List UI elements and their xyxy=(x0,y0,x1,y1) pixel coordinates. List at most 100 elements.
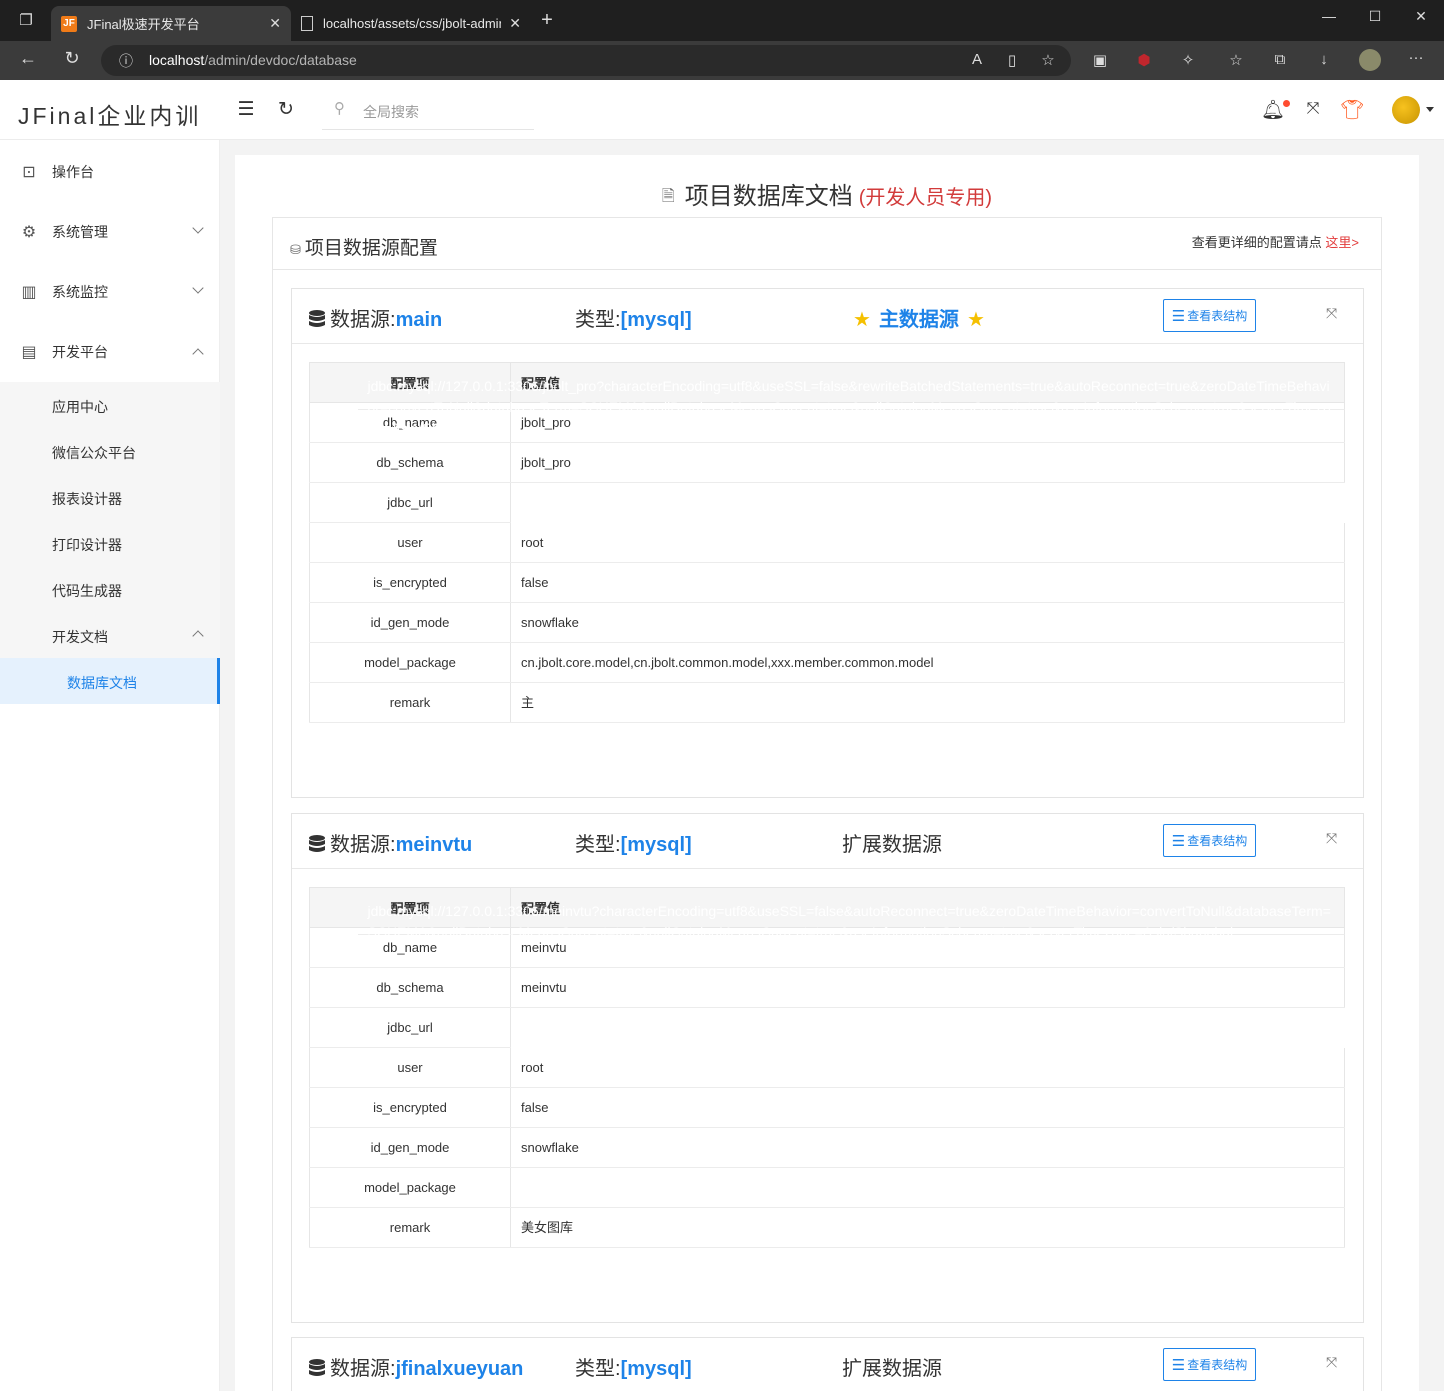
sidebar-subitem-devdoc[interactable]: 开发文档 xyxy=(0,612,220,658)
sidebar-subitem[interactable]: 报表设计器 xyxy=(0,474,220,520)
sidebar-item-dashboard[interactable]: ⊡ 操作台 xyxy=(0,142,220,202)
browser-toolbar: ← ↻ ⓘ localhost/admin/devdoc/database A … xyxy=(0,41,1444,80)
database-icon xyxy=(309,1359,325,1376)
theme-icon[interactable]: 👕︎ xyxy=(1340,98,1364,122)
favorite-add-icon[interactable]: ☆ xyxy=(1036,51,1060,69)
config-value: false xyxy=(510,562,1345,603)
workspaces-icon[interactable]: ❐ xyxy=(14,11,38,29)
maximize-icon[interactable]: ☐ xyxy=(1360,8,1390,25)
extensions-icon[interactable]: ✧ xyxy=(1176,51,1200,69)
monitor-icon: ▥ xyxy=(21,284,37,301)
download-icon[interactable]: ↓ xyxy=(1312,51,1336,68)
datasource-card: 数据源:jfinalxueyuan 类型:[mysql] 扩展数据源 ☰ 查看表结… xyxy=(291,1337,1364,1391)
table-row: jdbc_url jdbc:mysql://127.0.0.1:3306/mein… xyxy=(309,894,1345,1048)
minimize-icon[interactable]: — xyxy=(1314,8,1344,24)
table-row: is_encrypted false xyxy=(309,1087,1345,1128)
chevron-down-icon[interactable] xyxy=(1426,107,1434,112)
list-icon: ☰ xyxy=(1171,307,1186,325)
config-key: db_schema xyxy=(309,442,511,483)
datasource-name: 数据源:main xyxy=(308,303,442,332)
datasource-header: 数据源:meinvtu 类型:[mysql] 扩展数据源 ☰ 查看表结构 ⤧ xyxy=(292,814,1363,869)
browser-tab-active[interactable]: JF JFinal极速开发平台 ✕ xyxy=(51,6,291,41)
table-row: user root xyxy=(309,1047,1345,1088)
sidebar-subitem[interactable]: 微信公众平台 xyxy=(0,428,220,474)
menu-toggle-icon[interactable]: ☰ xyxy=(234,98,258,121)
reload-icon[interactable]: ↻ xyxy=(274,98,298,121)
sidebar-item-monitor[interactable]: ▥ 系统监控 xyxy=(0,262,220,322)
expand-icon[interactable]: ⤧ xyxy=(1326,1354,1337,1371)
sidebar-subitem[interactable]: 应用中心 xyxy=(0,382,220,428)
new-tab-icon[interactable]: + xyxy=(535,9,559,32)
sidebar-submenu: 应用中心 微信公众平台 报表设计器 打印设计器 代码生成器 开发文档 数据库文档 xyxy=(0,382,220,704)
expand-icon[interactable]: ⤧ xyxy=(1326,830,1337,847)
view-table-structure-button[interactable]: ☰ 查看表结构 xyxy=(1163,1348,1256,1381)
back-icon[interactable]: ← xyxy=(16,48,40,69)
config-value: cn.jbolt.core.model,cn.jbolt.common.mode… xyxy=(510,642,1345,683)
app-logo: JFinal企业内训 xyxy=(18,103,202,129)
close-tab-icon[interactable]: ✕ xyxy=(269,15,281,32)
address-bar[interactable]: ⓘ localhost/admin/devdoc/database A ▯ ☆ xyxy=(101,45,1071,76)
datasource-header: 数据源:main 类型:[mysql] ★ 主数据源 ★ ☰ 查看表结构 ⤧ xyxy=(292,289,1363,344)
table-row: is_encrypted false xyxy=(309,562,1345,603)
table-row: remark 主 xyxy=(309,682,1345,723)
favorites-icon[interactable]: ☆ xyxy=(1224,51,1248,69)
sidebar-item-devplatform[interactable]: ▤ 开发平台 xyxy=(0,322,220,382)
datasource-type: 类型:[mysql] xyxy=(575,1358,692,1380)
close-window-icon[interactable]: ✕ xyxy=(1406,8,1436,25)
split-screen-icon[interactable]: ▯ xyxy=(1000,51,1024,69)
expand-icon[interactable]: ⤧ xyxy=(1326,305,1337,322)
close-tab-icon[interactable]: ✕ xyxy=(509,15,521,32)
collections-icon[interactable]: ⧉ xyxy=(1268,51,1292,68)
config-value: jdbc:mysql://127.0.0.1:3306/jbolt_pro?ch… xyxy=(357,369,1345,436)
sidebar-subitem-database-doc[interactable]: 数据库文档 xyxy=(0,658,220,704)
list-icon: ☰ xyxy=(1171,832,1186,850)
config-key: id_gen_mode xyxy=(309,1127,511,1168)
view-table-structure-button[interactable]: ☰ 查看表结构 xyxy=(1163,299,1256,332)
list-icon: ☰ xyxy=(1171,1356,1186,1374)
tab-title: JFinal极速开发平台 xyxy=(87,17,200,32)
config-detail-link[interactable]: 这里> xyxy=(1325,235,1359,250)
more-icon[interactable]: ··· xyxy=(1404,49,1428,66)
table-row: model_package xyxy=(309,1167,1345,1208)
sidebar-subitem[interactable]: 代码生成器 xyxy=(0,566,220,612)
ublock-icon[interactable]: ⬢ xyxy=(1132,51,1156,69)
fullscreen-icon[interactable]: ⤧ xyxy=(1301,100,1325,118)
config-title: ⛁ 项目数据源配置 xyxy=(290,238,438,259)
read-aloud-icon[interactable]: A xyxy=(965,51,989,68)
datasource-role: 扩展数据源 xyxy=(842,834,942,856)
datasource-role: ★ 主数据源 ★ xyxy=(853,309,985,331)
config-value: meinvtu xyxy=(510,967,1345,1008)
config-key: id_gen_mode xyxy=(309,602,511,643)
chart-icon: ⊡ xyxy=(22,164,36,181)
info-icon[interactable]: ⓘ xyxy=(114,51,138,71)
dev-icon: ▤ xyxy=(21,344,37,361)
profile-icon[interactable] xyxy=(1358,49,1382,75)
search-input[interactable]: 全局搜索 xyxy=(363,102,419,122)
config-value: snowflake xyxy=(510,1127,1345,1168)
config-value: root xyxy=(510,522,1345,563)
datasource-config-card: ⛁ 项目数据源配置 查看更详细的配置请点 这里> 数据源:main 类型:[mys… xyxy=(272,217,1382,1391)
view-table-structure-button[interactable]: ☰ 查看表结构 xyxy=(1163,824,1256,857)
bell-icon[interactable]: 🔔︎ xyxy=(1261,98,1285,122)
table-row: db_schema meinvtu xyxy=(309,967,1345,1008)
search-icon: ⚲ xyxy=(334,100,345,117)
config-table: 配置项 配置值 db_name jbolt_pro db_schema jbolt_p… xyxy=(309,362,1345,723)
config-card-header: ⛁ 项目数据源配置 查看更详细的配置请点 这里> xyxy=(273,218,1381,270)
config-key: model_package xyxy=(309,1167,511,1208)
config-key: jdbc_url xyxy=(309,1007,511,1048)
chevron-up-icon xyxy=(192,348,204,360)
extension-icon[interactable]: ▣ xyxy=(1088,51,1112,69)
global-search[interactable]: ⚲ 全局搜索 xyxy=(322,92,534,130)
sidebar: ⊡ 操作台 ⚙ 系统管理 ▥ 系统监控 ▤ 开发平台 应用中心 微信公众平台 报… xyxy=(0,140,220,1391)
browser-tab[interactable]: localhost/assets/css/jbolt-admin ✕ xyxy=(291,6,531,41)
database-icon xyxy=(309,835,325,852)
config-key: is_encrypted xyxy=(309,1087,511,1128)
chevron-down-icon xyxy=(192,222,204,234)
browser-tabbar: ❐ JF JFinal极速开发平台 ✕ localhost/assets/css… xyxy=(0,0,1444,41)
main-content: 🗎︎ 项目数据库文档 (开发人员专用) ⛁ 项目数据源配置 查看更详细的配置请点 这里… xyxy=(235,155,1419,1391)
avatar[interactable] xyxy=(1392,96,1420,124)
sidebar-subitem[interactable]: 打印设计器 xyxy=(0,520,220,566)
refresh-icon[interactable]: ↻ xyxy=(60,48,84,69)
sidebar-item-system[interactable]: ⚙ 系统管理 xyxy=(0,202,220,262)
star-icon: ★ xyxy=(853,309,871,331)
